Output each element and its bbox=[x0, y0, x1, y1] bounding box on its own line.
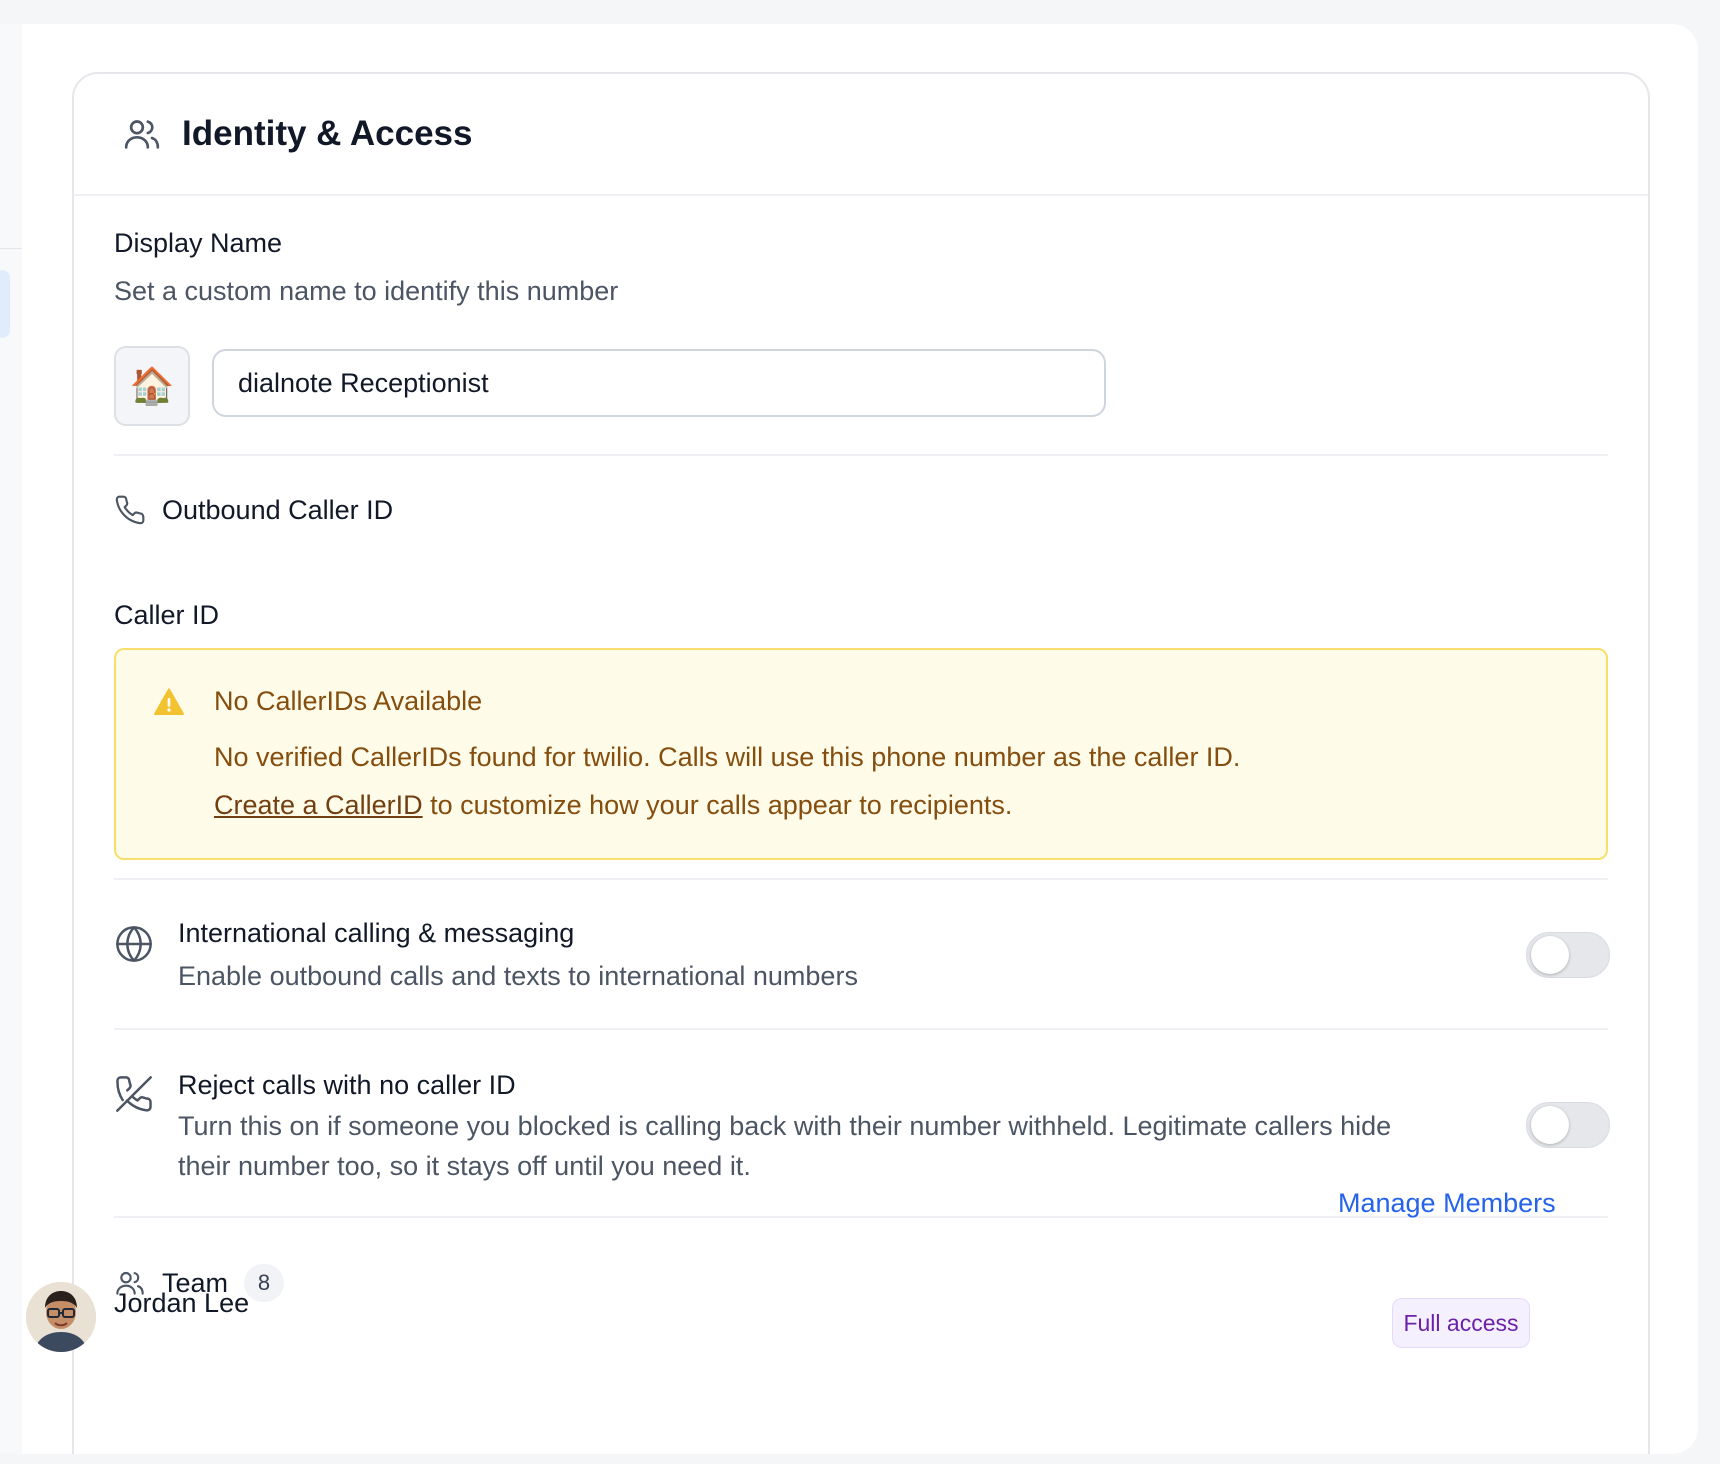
alert-text: No verified CallerIDs found for twilio. … bbox=[214, 742, 1241, 772]
divider bbox=[114, 1028, 1608, 1030]
sidebar-active-item[interactable] bbox=[0, 270, 10, 338]
avatar bbox=[26, 1282, 96, 1352]
no-caller-id-alert: No CallerIDs Available No verified Calle… bbox=[114, 648, 1608, 860]
display-name-label: Display Name bbox=[114, 228, 283, 258]
phone-icon bbox=[115, 495, 145, 525]
manage-members-link[interactable]: Manage Members bbox=[1338, 1188, 1556, 1219]
alert-link-suffix: to customize how your calls appear to re… bbox=[422, 790, 1013, 820]
avatar-image bbox=[26, 1282, 96, 1352]
create-caller-id-link[interactable]: Create a CallerID bbox=[214, 790, 423, 820]
alert-title: No CallerIDs Available bbox=[214, 686, 483, 716]
toggle-knob bbox=[1531, 936, 1569, 974]
reject-no-caller-id-description: Turn this on if someone you blocked is c… bbox=[178, 1111, 1392, 1181]
display-name-input[interactable] bbox=[212, 349, 1106, 417]
access-level-badge[interactable]: Full access bbox=[1392, 1298, 1530, 1348]
display-name-description: Set a custom name to identify this numbe… bbox=[114, 276, 619, 306]
card-title: Identity & Access bbox=[182, 114, 473, 153]
caller-id-label: Caller ID bbox=[114, 600, 220, 630]
sidebar-edge bbox=[0, 24, 23, 1454]
users-icon bbox=[124, 120, 160, 149]
globe-icon bbox=[116, 926, 152, 962]
divider bbox=[114, 878, 1608, 880]
team-count-badge: 8 bbox=[244, 1264, 285, 1302]
reject-no-caller-id-title: Reject calls with no caller ID bbox=[178, 1070, 516, 1100]
card-header: Identity & Access bbox=[74, 74, 1648, 196]
warning-icon bbox=[154, 688, 184, 715]
international-calling-toggle[interactable] bbox=[1526, 932, 1610, 978]
international-calling-description: Enable outbound calls and texts to inter… bbox=[178, 961, 858, 991]
outbound-caller-id-label: Outbound Caller ID bbox=[162, 494, 394, 525]
toggle-knob bbox=[1531, 1106, 1569, 1144]
member-name: Jordan Lee bbox=[114, 1288, 250, 1318]
identity-access-card: Identity & Access Display Name Set a cus… bbox=[72, 72, 1650, 1454]
emoji-picker-button[interactable]: 🏠 bbox=[114, 346, 190, 426]
outbound-caller-id-heading: Outbound Caller ID bbox=[114, 494, 393, 526]
reject-no-caller-id-toggle[interactable] bbox=[1526, 1102, 1610, 1148]
international-calling-title: International calling & messaging bbox=[178, 918, 575, 948]
main-panel: Identity & Access Display Name Set a cus… bbox=[22, 24, 1698, 1454]
alert-link-line: Create a CallerID to customize how your … bbox=[214, 790, 1012, 821]
phone-off-icon bbox=[116, 1076, 152, 1112]
divider bbox=[114, 454, 1608, 456]
sidebar-divider bbox=[0, 248, 22, 249]
